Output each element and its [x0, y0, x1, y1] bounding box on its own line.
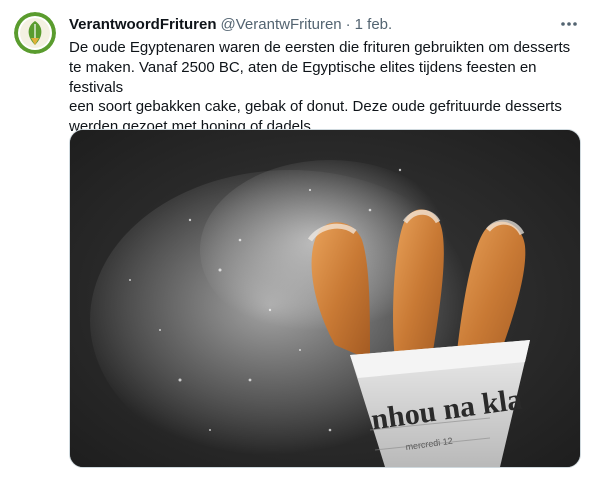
tweet[interactable]: VerantwoordFrituren @VerantwFrituren · 1… [0, 0, 603, 478]
separator-dot: · [345, 15, 351, 33]
tweet-image[interactable]: nhou na kla mercredi 12 [69, 129, 581, 468]
leaf-logo-icon [14, 12, 56, 54]
display-name[interactable]: VerantwoordFrituren [69, 16, 217, 33]
tweet-text: De oude Egyptenaren waren de eersten die… [69, 39, 571, 136]
tweet-date[interactable]: 1 feb. [355, 16, 393, 33]
churros-photo: nhou na kla mercredi 12 [70, 130, 580, 467]
more-options-button[interactable] [557, 12, 581, 36]
user-handle[interactable]: @VerantwFrituren [221, 16, 342, 33]
more-horizontal-icon [561, 22, 577, 26]
tweet-header: VerantwoordFrituren @VerantwFrituren · 1… [69, 14, 587, 34]
avatar[interactable] [14, 12, 56, 54]
